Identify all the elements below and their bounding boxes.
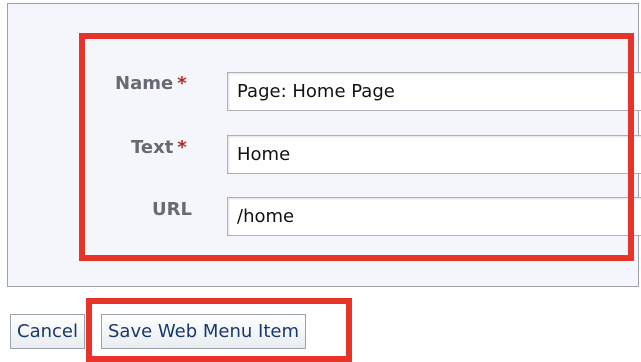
form-highlight-box [79,33,634,261]
cancel-button[interactable]: Cancel [10,314,85,349]
save-web-menu-item-button[interactable]: Save Web Menu Item [101,314,306,349]
